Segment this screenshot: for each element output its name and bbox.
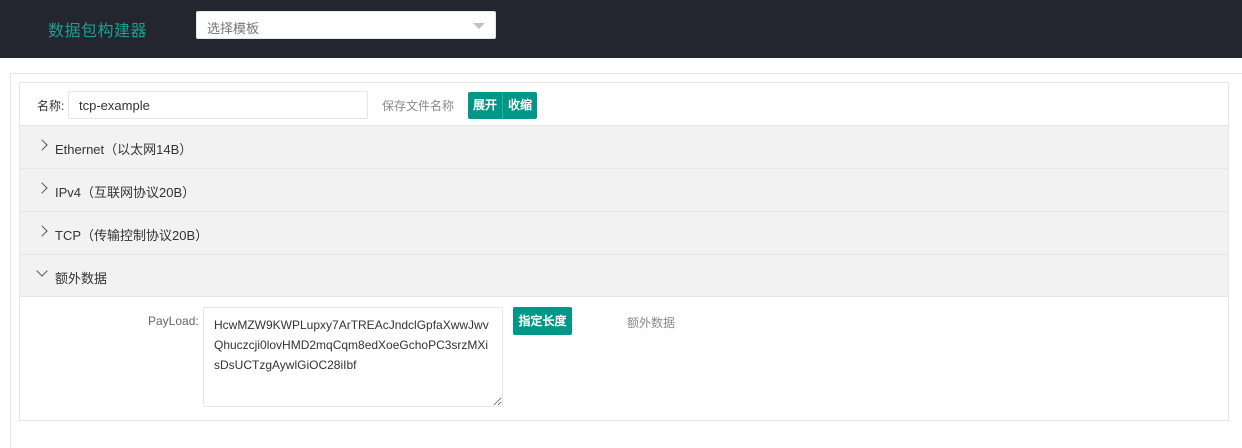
- collapse-all-button[interactable]: 收缩: [502, 92, 537, 119]
- section-title: 额外数据: [55, 271, 108, 286]
- app-title: 数据包构建器: [48, 23, 148, 40]
- template-select[interactable]: 选择模板: [196, 11, 496, 39]
- chevron-down-icon: [36, 265, 48, 277]
- chevron-right-icon: [36, 182, 48, 194]
- top-bar: 数据包构建器 选择模板: [0, 0, 1242, 58]
- template-select-placeholder: 选择模板: [207, 21, 260, 36]
- chevron-right-icon: [36, 139, 48, 151]
- content-border-top: [10, 73, 1242, 74]
- section-ipv4[interactable]: IPv4（互联网协议20B）: [20, 168, 1228, 211]
- name-hint: 保存文件名称: [382, 99, 455, 113]
- name-label: 名称:: [37, 99, 65, 113]
- expand-all-button[interactable]: 展开: [468, 92, 502, 119]
- chevron-down-icon: [473, 23, 485, 29]
- expand-collapse-group: 展开 收缩: [468, 92, 537, 119]
- section-title: Ethernet（以太网14B）: [55, 142, 193, 157]
- payload-textarea[interactable]: HcwMZW9KWPLupxy7ArTREAcJndclGpfaXwwJwvQh…: [203, 307, 503, 407]
- section-extra-data[interactable]: 额外数据: [20, 254, 1228, 297]
- set-length-button[interactable]: 指定长度: [513, 307, 572, 335]
- section-ethernet[interactable]: Ethernet（以太网14B）: [20, 125, 1228, 168]
- section-title: TCP（传输控制协议20B）: [55, 228, 209, 243]
- section-title: IPv4（互联网协议20B）: [55, 185, 196, 200]
- chevron-right-icon: [36, 225, 48, 237]
- name-input[interactable]: [68, 91, 368, 119]
- payload-hint: 额外数据: [627, 316, 676, 330]
- extra-data-panel: PayLoad: HcwMZW9KWPLupxy7ArTREAcJndclGpf…: [20, 296, 1228, 420]
- name-row: 名称: 保存文件名称 展开 收缩: [20, 83, 1228, 125]
- section-tcp[interactable]: TCP（传输控制协议20B）: [20, 211, 1228, 254]
- payload-label: PayLoad:: [148, 314, 199, 328]
- content-border-left: [10, 73, 11, 448]
- packet-form: 名称: 保存文件名称 展开 收缩 Ethernet（以太网14B） IPv4（互…: [19, 82, 1229, 421]
